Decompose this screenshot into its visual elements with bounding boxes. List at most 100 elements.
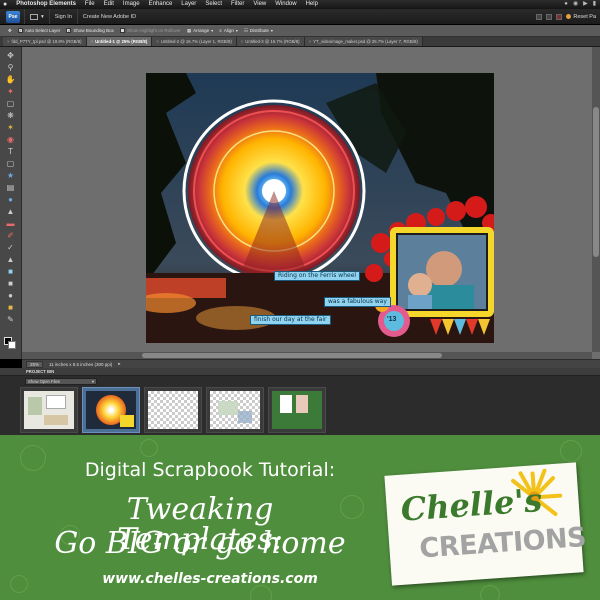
project-bin-header[interactable]: PROJECT BIN bbox=[0, 368, 600, 376]
pencil-tool-icon[interactable]: ✎ bbox=[5, 315, 16, 324]
menu-app-name[interactable]: Photoshop Elements bbox=[16, 0, 76, 9]
eyedropper-tool-icon[interactable]: ✦ bbox=[5, 87, 16, 96]
thumbnail-template-2[interactable] bbox=[268, 387, 326, 433]
reset-panels-label: Reset Pa bbox=[573, 13, 596, 20]
tab-document-1[interactable]: × fdd_P7TY_tpl.psd @ 19.9% (RGB/8) bbox=[3, 37, 87, 46]
lasso-tool-icon[interactable]: ❋ bbox=[5, 111, 16, 120]
arrange-dropdown[interactable]: ▦ Arrange ▾ bbox=[187, 28, 213, 34]
swirl-decoration bbox=[250, 585, 272, 600]
menu-window[interactable]: Window bbox=[275, 0, 296, 9]
bluetooth-icon[interactable]: ● bbox=[564, 0, 568, 9]
swirl-decoration bbox=[20, 445, 46, 471]
crop-tool-icon[interactable]: ▢ bbox=[5, 159, 16, 168]
status-arrow-icon[interactable]: ▸ bbox=[118, 361, 120, 367]
tab-document-5[interactable]: × YT_videoimage_maker.psd @ 25.7% (Layer … bbox=[304, 37, 423, 46]
brush-tool-icon[interactable]: ✐ bbox=[5, 231, 16, 240]
align-dropdown[interactable]: ≡ Align ▾ bbox=[219, 28, 238, 33]
vertical-scroll-thumb[interactable] bbox=[593, 107, 599, 257]
vertical-scrollbar[interactable] bbox=[592, 47, 600, 352]
menu-help[interactable]: Help bbox=[306, 0, 318, 9]
gradient-tool-icon[interactable]: ■ bbox=[5, 267, 16, 276]
close-tab-icon[interactable]: × bbox=[156, 37, 159, 46]
distribute-dropdown[interactable]: ☷ Distribute ▾ bbox=[244, 28, 273, 34]
sponge-tool-icon[interactable]: ■ bbox=[5, 303, 16, 312]
clone-stamp-tool-icon[interactable]: ▲ bbox=[5, 207, 16, 216]
type-tool-icon[interactable]: T bbox=[5, 147, 16, 156]
red-eye-tool-icon[interactable]: ◉ bbox=[5, 135, 16, 144]
battery-icon[interactable]: ▮ bbox=[593, 0, 596, 9]
thumbnail-ferris-wheel[interactable] bbox=[82, 387, 140, 433]
status-bar: 25% 11 inches x 8.5 inches (300 ppi) ▸ bbox=[22, 359, 600, 368]
marquee-tool-icon[interactable]: ▢ bbox=[5, 99, 16, 108]
thumbnail-transparent-1[interactable] bbox=[144, 387, 202, 433]
volume-icon[interactable]: ▶ bbox=[583, 0, 588, 9]
reset-panels-icon bbox=[566, 14, 572, 19]
shape-tool-icon[interactable]: ■ bbox=[5, 279, 16, 288]
thumbnail-template-1[interactable] bbox=[20, 387, 78, 433]
tutorial-banner: Digital Scrapbook Tutorial: Tweaking Tem… bbox=[0, 435, 600, 600]
straighten-tool-icon[interactable]: ▤ bbox=[5, 183, 16, 192]
menu-enhance[interactable]: Enhance bbox=[149, 0, 173, 9]
close-tab-icon[interactable]: × bbox=[91, 37, 94, 46]
auto-select-layer-checkbox[interactable]: ✓ Auto Select Layer bbox=[17, 28, 60, 33]
application-bar: Pse ▾ Sign In Create New Adobe ID Reset … bbox=[0, 9, 600, 25]
horizontal-scroll-thumb[interactable] bbox=[142, 353, 442, 358]
distribute-icon: ☷ bbox=[243, 27, 248, 33]
wifi-icon[interactable]: ◉ bbox=[573, 0, 578, 9]
website-url[interactable]: www.chelles-creations.com bbox=[80, 571, 340, 587]
healing-brush-tool-icon[interactable]: ● bbox=[5, 195, 16, 204]
maximize-window-button[interactable] bbox=[546, 13, 553, 20]
move-tool-icon[interactable]: ✥ bbox=[5, 51, 16, 60]
caption-strip-3[interactable]: finish our day at the fair bbox=[250, 315, 331, 325]
tutorial-title-line-2: Go BIG or go home bbox=[54, 526, 346, 561]
workspace-button[interactable]: ▾ bbox=[24, 9, 49, 24]
menu-filter[interactable]: Filter bbox=[231, 0, 244, 9]
paint-bucket-tool-icon[interactable]: ▲ bbox=[5, 255, 16, 264]
menu-image[interactable]: Image bbox=[123, 0, 140, 9]
zoom-tool-icon[interactable]: ⚲ bbox=[5, 63, 16, 72]
swirl-decoration bbox=[560, 440, 582, 462]
canvas-area[interactable]: Riding on the Ferris wheel was a fabulou… bbox=[22, 47, 600, 359]
menu-file[interactable]: File bbox=[85, 0, 95, 9]
horizontal-scrollbar[interactable] bbox=[22, 352, 592, 359]
tab-document-3[interactable]: × Untitled-2 @ 16.7% (Layer 1, RGB/8) bbox=[152, 37, 237, 46]
show-highlight-label: Show Highlight on Rollover bbox=[126, 28, 181, 33]
reset-panels-button[interactable]: Reset Pa bbox=[566, 14, 596, 20]
close-tab-icon[interactable]: × bbox=[7, 37, 10, 46]
apple-icon[interactable]: ● bbox=[3, 0, 7, 9]
align-icon: ≡ bbox=[219, 28, 222, 33]
document-size-info[interactable]: 11 inches x 8.5 inches (300 ppi) bbox=[49, 362, 112, 367]
eraser-tool-icon[interactable]: ▬ bbox=[5, 219, 16, 228]
create-adobe-id-link[interactable]: Create New Adobe ID bbox=[76, 9, 141, 24]
thumbnail-transparent-2[interactable] bbox=[206, 387, 264, 433]
show-bounding-box-checkbox[interactable]: ✓ Show Bounding Box bbox=[66, 28, 114, 33]
hand-tool-icon[interactable]: ✋ bbox=[5, 75, 16, 84]
tab-document-2[interactable]: × Untitled-1 @ 25% (RGB/8) bbox=[86, 37, 153, 46]
close-tab-icon[interactable]: × bbox=[309, 37, 312, 46]
close-window-button[interactable] bbox=[556, 13, 563, 20]
show-highlight-checkbox[interactable]: Show Highlight on Rollover bbox=[119, 28, 181, 33]
zoom-level-field[interactable]: 25% bbox=[26, 360, 44, 368]
tab-label: Untitled-2 @ 16.7% (Layer 1, RGB/8) bbox=[160, 39, 232, 44]
move-tool-icon: ✥ bbox=[8, 27, 12, 33]
quick-selection-tool-icon[interactable]: ✶ bbox=[5, 123, 16, 132]
caption-strip-1[interactable]: Riding on the Ferris wheel bbox=[274, 271, 361, 281]
background-color-swatch[interactable] bbox=[8, 341, 16, 349]
minimize-window-button[interactable] bbox=[536, 13, 543, 20]
menu-view[interactable]: View bbox=[253, 0, 266, 9]
close-tab-icon[interactable]: × bbox=[241, 37, 244, 46]
blur-tool-icon[interactable]: ● bbox=[5, 291, 16, 300]
menu-layer[interactable]: Layer bbox=[181, 0, 196, 9]
menu-edit[interactable]: Edit bbox=[104, 0, 114, 9]
tab-label: YT_videoimage_maker.psd @ 25.7% (Layer 7… bbox=[313, 39, 418, 44]
smart-brush-tool-icon[interactable]: ✓ bbox=[5, 243, 16, 252]
caption-strip-2[interactable]: was a fabulous way bbox=[324, 297, 391, 307]
show-open-files-dropdown[interactable]: Show Open Files ▾ bbox=[25, 378, 97, 385]
menu-select[interactable]: Select bbox=[205, 0, 222, 9]
scrapbook-page-photo[interactable]: Riding on the Ferris wheel was a fabulou… bbox=[146, 73, 494, 343]
cookie-cutter-tool-icon[interactable]: ★ bbox=[5, 171, 16, 180]
toolbox: ✥ ⚲ ✋ ✦ ▢ ❋ ✶ ◉ T ▢ ★ ▤ ● ▲ ▬ ✐ ✓ ▲ ■ ■ … bbox=[0, 47, 22, 359]
sign-in-link[interactable]: Sign In bbox=[48, 9, 77, 24]
ferris-wheel-photo-svg bbox=[146, 73, 494, 343]
tab-document-4[interactable]: × Untitled-3 @ 16.7% (RGB/8) bbox=[236, 37, 305, 46]
